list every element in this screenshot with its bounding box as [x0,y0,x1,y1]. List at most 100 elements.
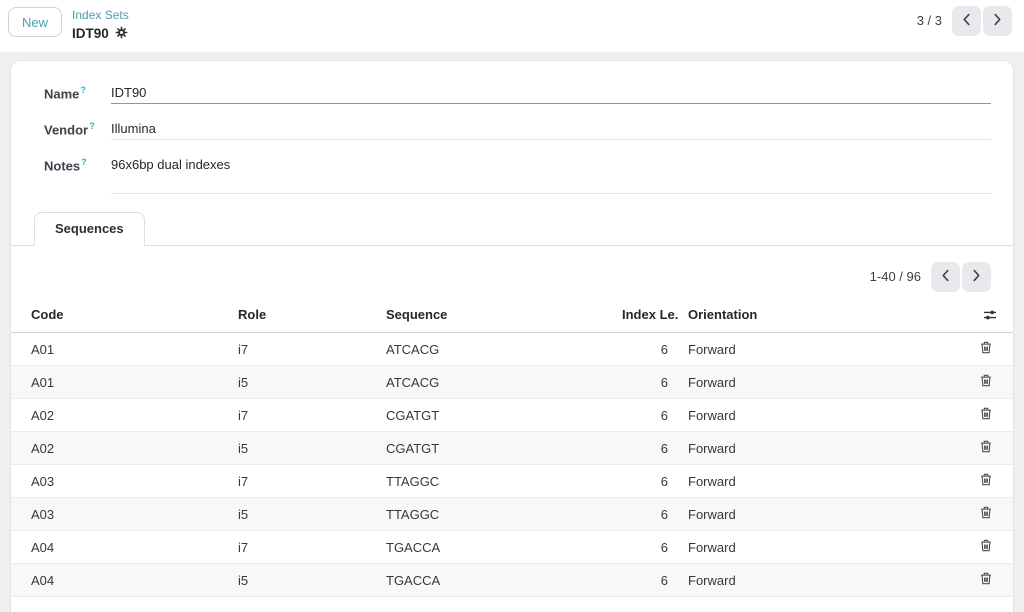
chevron-left-icon [941,269,950,285]
vendor-input[interactable]: Illumina [111,119,991,140]
cell-index-length[interactable]: 6 [612,432,678,465]
cell-code[interactable]: A02 [11,432,228,465]
list-previous-page-button[interactable] [931,262,960,292]
table-row[interactable]: A03 i7 TTAGGC 6 Forward [11,465,1013,498]
gear-icon [115,26,128,42]
list-pager-count: 1-40 / 96 [870,262,921,292]
trash-icon [980,408,992,423]
table-header-row: Code Role Sequence Index Le... Orientati… [11,298,1013,333]
vendor-label: Vendor? [44,119,111,140]
new-button[interactable]: New [8,7,62,37]
cell-sequence[interactable]: TTAGGC [376,465,612,498]
help-marker: ? [81,157,87,167]
cell-sequence[interactable]: TGACCA [376,564,612,597]
cell-sequence[interactable]: ATCACG [376,333,612,366]
cell-code[interactable]: A01 [11,333,228,366]
delete-row-button[interactable] [980,506,992,519]
trash-icon [980,573,992,588]
optional-columns-button[interactable] [983,309,997,321]
cell-index-length[interactable]: 6 [612,498,678,531]
table-row[interactable]: A04 i7 TGACCA 6 Forward [11,531,1013,564]
cell-orientation[interactable]: Forward [678,333,965,366]
cell-sequence[interactable]: CGATGT [376,399,612,432]
cell-index-length[interactable]: 6 [612,333,678,366]
cell-index-length[interactable]: 6 [612,399,678,432]
cell-orientation[interactable]: Forward [678,399,965,432]
cell-sequence[interactable]: TTAGGC [376,498,612,531]
tab-sequences[interactable]: Sequences [34,212,145,246]
cell-sequence[interactable]: CGATGT [376,432,612,465]
cell-orientation[interactable]: Forward [678,531,965,564]
cell-role[interactable]: i5 [228,366,376,399]
page-title: IDT90 [72,25,109,42]
delete-row-button[interactable] [980,539,992,552]
chevron-left-icon [962,13,971,29]
sequences-table: Code Role Sequence Index Le... Orientati… [11,298,1013,597]
previous-record-button[interactable] [952,6,981,36]
delete-row-button[interactable] [980,341,992,354]
cell-sequence[interactable]: ATCACG [376,366,612,399]
table-row[interactable]: A04 i5 TGACCA 6 Forward [11,564,1013,597]
column-header-orientation[interactable]: Orientation [678,298,965,333]
column-header-sequence[interactable]: Sequence [376,298,612,333]
field-row-notes: Notes? 96x6bp dual indexes [44,155,991,194]
cell-role[interactable]: i5 [228,564,376,597]
breadcrumb-index-sets[interactable]: Index Sets [72,8,129,23]
cell-orientation[interactable]: Forward [678,564,965,597]
name-label: Name? [44,83,111,104]
form-view-background: Name? IDT90 Vendor? Illumina Notes? 96x6… [0,52,1024,612]
column-header-role[interactable]: Role [228,298,376,333]
next-record-button[interactable] [983,6,1012,36]
cell-code[interactable]: A03 [11,465,228,498]
trash-icon [980,540,992,555]
table-row[interactable]: A01 i5 ATCACG 6 Forward [11,366,1013,399]
breadcrumb: Index Sets IDT90 [72,7,129,52]
cell-role[interactable]: i5 [228,498,376,531]
table-row[interactable]: A03 i5 TTAGGC 6 Forward [11,498,1013,531]
cell-role[interactable]: i7 [228,531,376,564]
form-sheet: Name? IDT90 Vendor? Illumina Notes? 96x6… [10,60,1014,612]
cell-orientation[interactable]: Forward [678,498,965,531]
table-row[interactable]: A02 i5 CGATGT 6 Forward [11,432,1013,465]
cell-role[interactable]: i7 [228,333,376,366]
settings-menu-button[interactable] [115,26,128,42]
cell-index-length[interactable]: 6 [612,366,678,399]
cell-index-length[interactable]: 6 [612,564,678,597]
sliders-icon [983,309,997,324]
column-header-index-length[interactable]: Index Le... [612,298,678,333]
help-marker: ? [80,85,86,95]
delete-row-button[interactable] [980,440,992,453]
cell-code[interactable]: A04 [11,564,228,597]
notes-label: Notes? [44,155,111,194]
cell-code[interactable]: A04 [11,531,228,564]
cell-orientation[interactable]: Forward [678,432,965,465]
cell-index-length[interactable]: 6 [612,531,678,564]
trash-icon [980,375,992,390]
cell-orientation[interactable]: Forward [678,465,965,498]
cell-index-length[interactable]: 6 [612,465,678,498]
name-input[interactable]: IDT90 [111,83,991,104]
notebook-tabs: Sequences [11,212,1013,246]
column-header-code[interactable]: Code [11,298,228,333]
cell-role[interactable]: i7 [228,399,376,432]
help-marker: ? [89,121,95,131]
cell-orientation[interactable]: Forward [678,366,965,399]
delete-row-button[interactable] [980,572,992,585]
table-row[interactable]: A02 i7 CGATGT 6 Forward [11,399,1013,432]
delete-row-button[interactable] [980,473,992,486]
cell-code[interactable]: A03 [11,498,228,531]
delete-row-button[interactable] [980,374,992,387]
cell-role[interactable]: i7 [228,465,376,498]
cell-code[interactable]: A01 [11,366,228,399]
list-next-page-button[interactable] [962,262,991,292]
cell-code[interactable]: A02 [11,399,228,432]
record-pager-count: 3 / 3 [917,6,942,36]
table-row[interactable]: A01 i7 ATCACG 6 Forward [11,333,1013,366]
notes-input[interactable]: 96x6bp dual indexes [111,155,991,194]
cell-role[interactable]: i5 [228,432,376,465]
cell-sequence[interactable]: TGACCA [376,531,612,564]
control-panel: New Index Sets IDT90 [0,0,1024,52]
field-row-vendor: Vendor? Illumina [44,119,991,140]
chevron-right-icon [993,13,1002,29]
delete-row-button[interactable] [980,407,992,420]
